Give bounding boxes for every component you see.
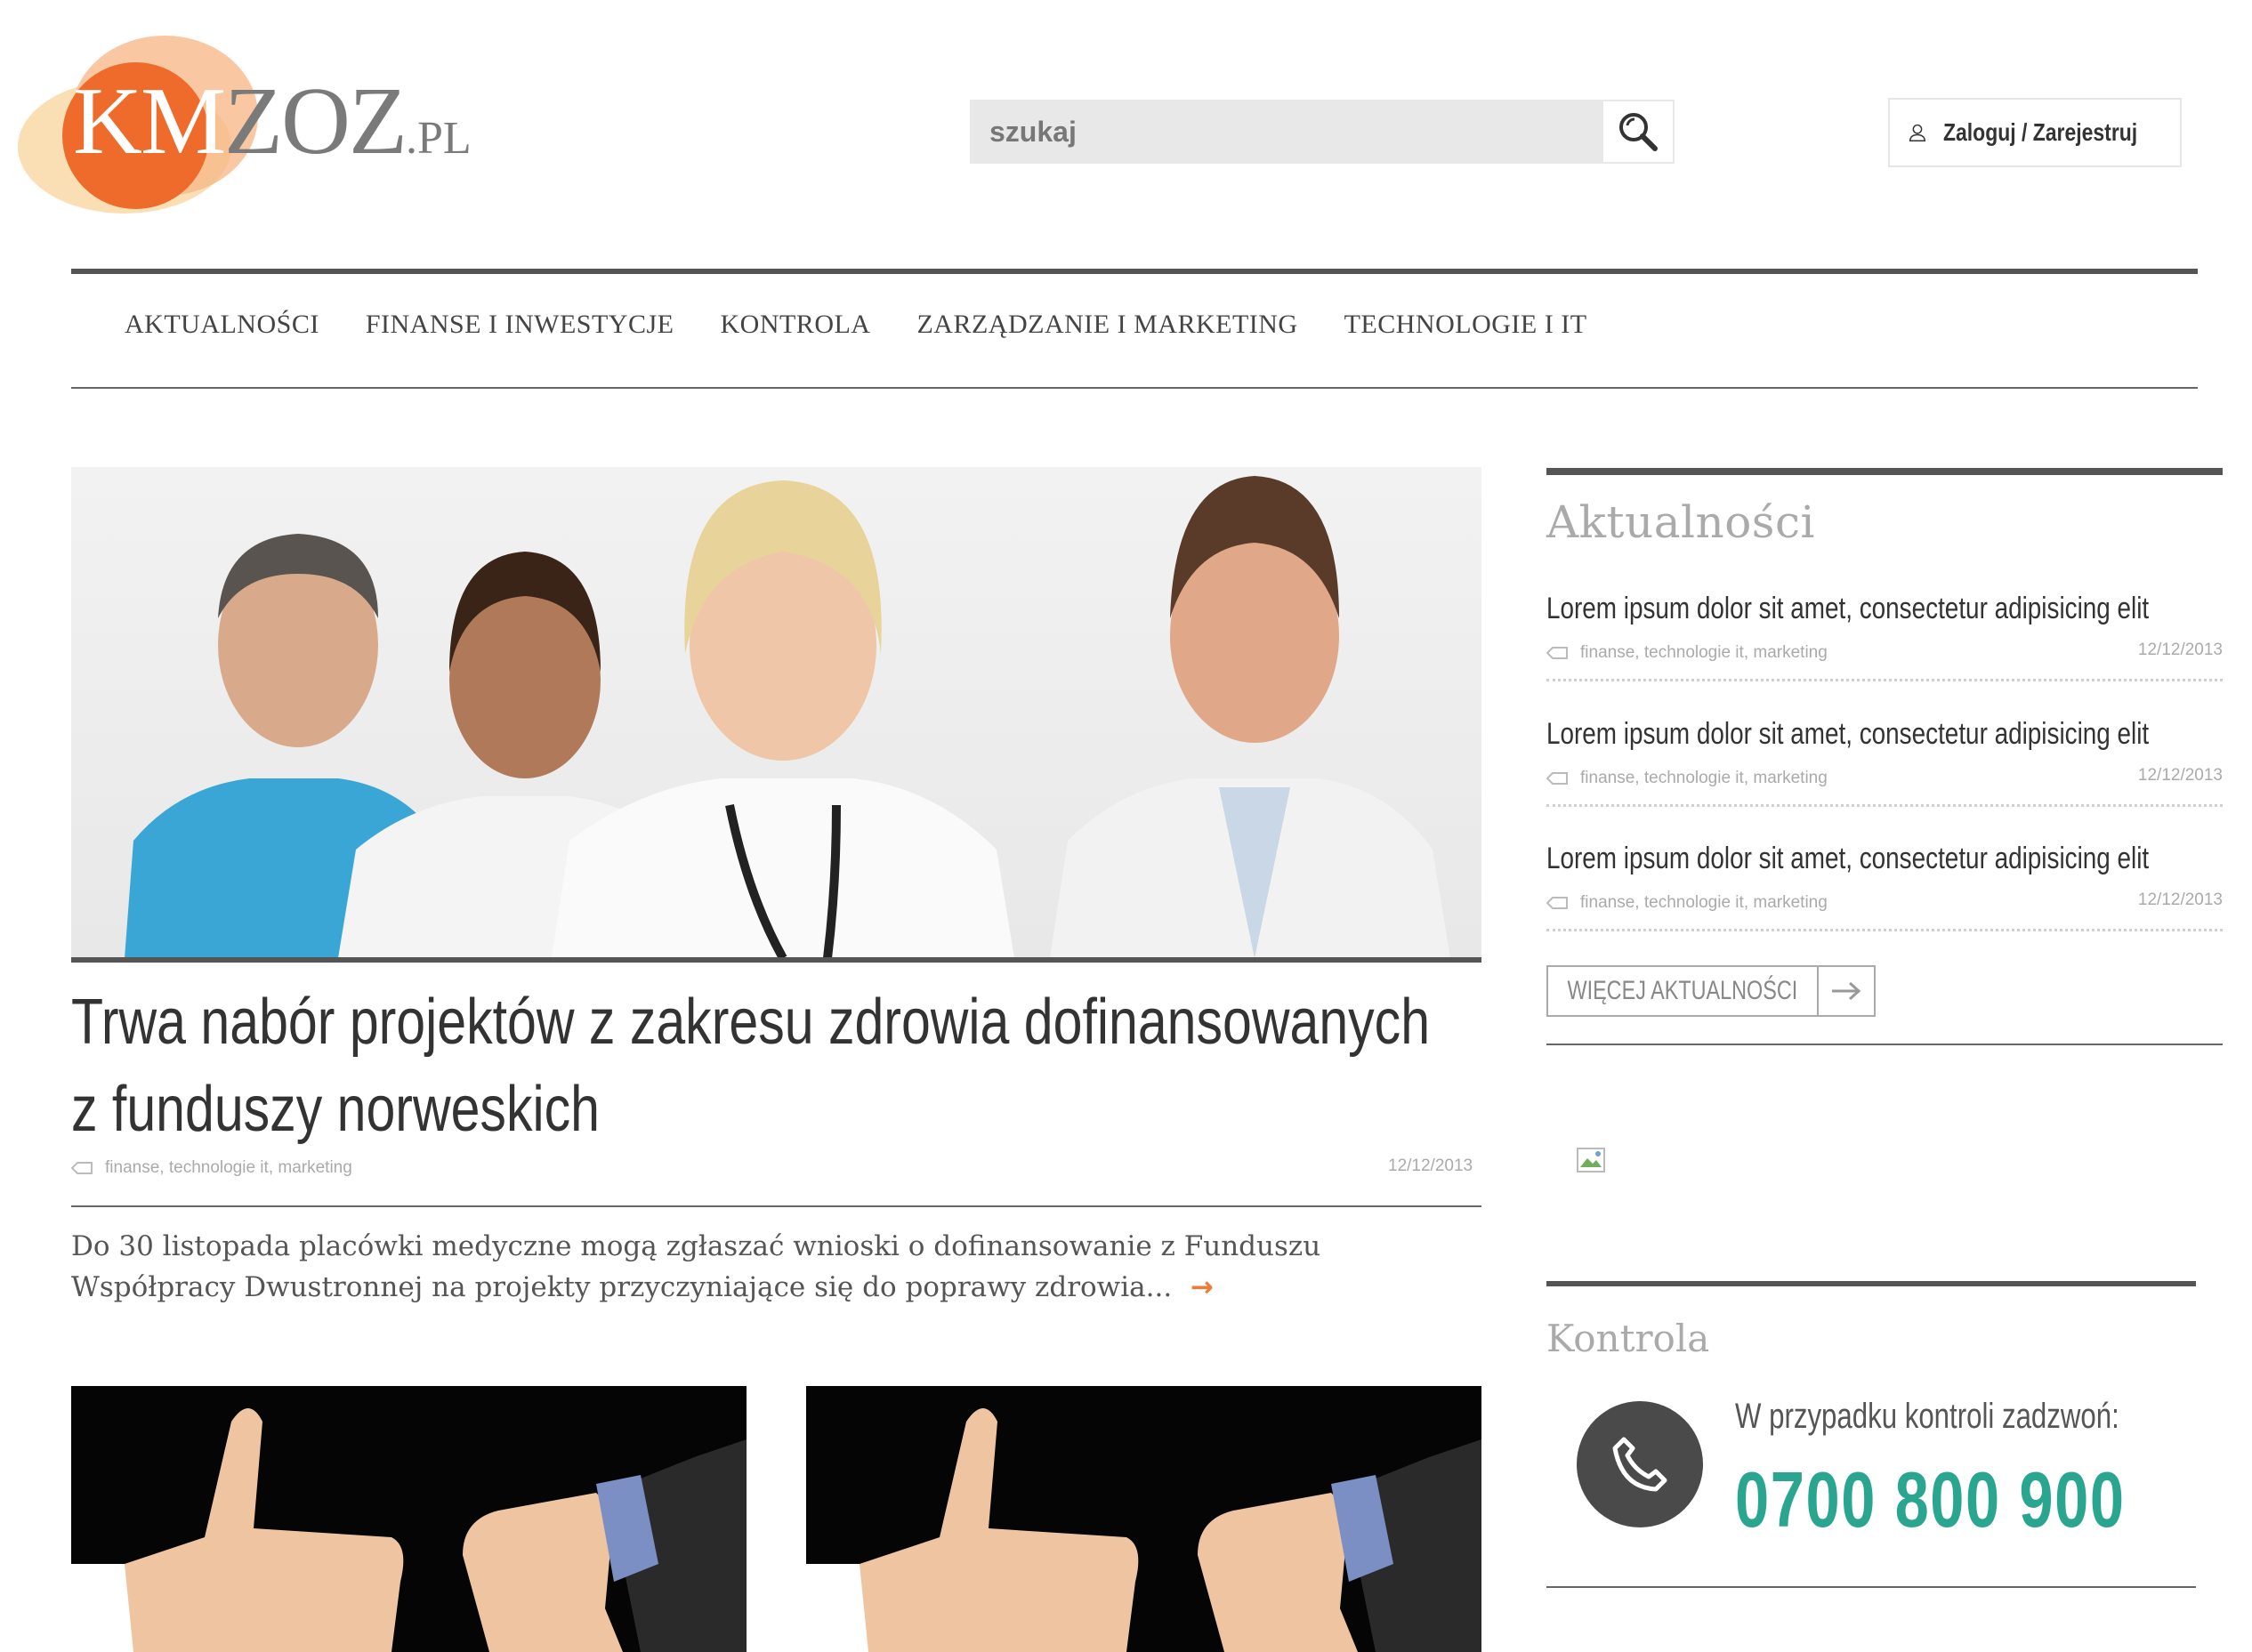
sidebar-news-rule	[1546, 468, 2223, 475]
nav-bottom-rule	[71, 387, 2198, 389]
tag-link[interactable]: finanse	[1580, 893, 1635, 912]
logo-text-km: KM	[73, 68, 226, 174]
news-item[interactable]: Lorem ipsum dolor sit amet, consectetur …	[1546, 842, 2223, 939]
news-item[interactable]: Lorem ipsum dolor sit amet, consectetur …	[1546, 592, 2223, 689]
logo-text-tld: .PL	[405, 113, 472, 164]
search-input[interactable]	[970, 100, 1593, 164]
tag-link[interactable]: marketing	[278, 1158, 351, 1177]
featured-separator	[71, 1205, 1481, 1207]
news-item-tags: finanse, technologie it, marketing	[1546, 769, 1828, 788]
tag-link[interactable]: technologie it	[1644, 643, 1744, 662]
news-item-divider	[1546, 804, 2223, 807]
more-news-button[interactable]: WIĘCEJ AKTUALNOŚCI	[1546, 965, 1876, 1017]
arrow-right-icon	[1832, 981, 1861, 1001]
more-news-label-box: WIĘCEJ AKTUALNOŚCI	[1548, 967, 1819, 1015]
tag-link[interactable]: marketing	[1753, 643, 1827, 662]
sidebar-control-rule	[1546, 1281, 2196, 1286]
phone-icon	[1577, 1401, 1703, 1527]
nav-item-finanse[interactable]: FINANSE I INWESTYCJE	[366, 310, 674, 354]
tag-link[interactable]: marketing	[1753, 893, 1827, 912]
news-item-date: 12/12/2013	[2137, 890, 2223, 909]
featured-image[interactable]	[71, 467, 1481, 958]
news-item-tags: finanse, technologie it, marketing	[1546, 893, 1828, 913]
news-item-date: 12/12/2013	[2137, 641, 2223, 659]
tag-link[interactable]: finanse	[105, 1158, 159, 1177]
news-item-date: 12/12/2013	[2137, 766, 2223, 785]
search-icon	[1619, 113, 1658, 151]
tag-icon	[71, 1162, 93, 1174]
tag-link[interactable]: technologie it	[1644, 769, 1744, 787]
tag-link[interactable]: finanse	[1580, 643, 1635, 662]
news-item-divider	[1546, 929, 2223, 931]
main-nav: AKTUALNOŚCI FINANSE I INWESTYCJE KONTROL…	[125, 310, 1634, 354]
featured-excerpt: Do 30 listopada placówki medyczne mogą z…	[71, 1226, 1481, 1308]
thumbs-up-down-image	[71, 1386, 747, 1652]
nav-item-technologie[interactable]: TECHNOLOGIE I IT	[1344, 310, 1587, 354]
nav-top-rule	[71, 269, 2198, 274]
phone-number[interactable]: 0700 800 900	[1735, 1455, 2126, 1545]
sidebar-control-bottom-rule	[1546, 1586, 2196, 1588]
featured-date: 12/12/2013	[1388, 1156, 1473, 1175]
broken-image-icon	[1577, 1148, 1607, 1174]
thumbs-up-down-image	[806, 1386, 1481, 1652]
user-icon	[1909, 124, 1926, 142]
nav-item-kontrola[interactable]: KONTROLA	[720, 310, 870, 354]
nav-item-aktualnosci[interactable]: AKTUALNOŚCI	[125, 310, 319, 354]
more-news-label: WIĘCEJ AKTUALNOŚCI	[1567, 976, 1798, 1005]
login-label: Zaloguj / Zarejestruj	[1942, 118, 2138, 146]
site-logo[interactable]: KMZOZ.PL	[18, 31, 472, 218]
featured-title[interactable]: Trwa nabór projektów z zakresu zdrowia d…	[71, 979, 1457, 1153]
news-item-title[interactable]: Lorem ipsum dolor sit amet, consectetur …	[1546, 592, 2149, 626]
search-bar	[970, 100, 1675, 164]
more-news-arrow	[1819, 967, 1874, 1015]
search-button[interactable]	[1602, 100, 1675, 164]
featured-image-underline	[71, 957, 1481, 963]
featured-excerpt-text: Do 30 listopada placówki medyczne mogą z…	[71, 1230, 1321, 1303]
tag-icon	[1546, 897, 1568, 909]
news-item[interactable]: Lorem ipsum dolor sit amet, consectetur …	[1546, 717, 2223, 815]
sidebar-news-bottom-rule	[1546, 1044, 2223, 1045]
news-item-tags: finanse, technologie it, marketing	[1546, 643, 1828, 663]
tag-link[interactable]: technologie it	[1644, 893, 1744, 912]
call-prompt: W przypadku kontroli zadzwoń:	[1735, 1397, 2119, 1436]
logo-wordmark: KMZOZ.PL	[73, 74, 472, 170]
featured-tags: finanse, technologie it, marketing	[71, 1158, 352, 1178]
tag-link[interactable]: technologie it	[169, 1158, 269, 1177]
tag-icon	[1546, 647, 1568, 659]
login-register-button[interactable]: Zaloguj / Zarejestruj	[1888, 98, 2182, 167]
news-item-divider	[1546, 679, 2223, 681]
read-more-arrow-icon[interactable]: →	[1181, 1271, 1214, 1303]
article-thumbnail[interactable]	[806, 1386, 1481, 1652]
nav-item-zarzadzanie[interactable]: ZARZĄDZANIE I MARKETING	[916, 310, 1297, 354]
sidebar-news-title: Aktualności	[1546, 496, 1815, 548]
sidebar-control-title: Kontrola	[1546, 1317, 1710, 1360]
tag-icon	[1546, 772, 1568, 785]
article-thumbnail[interactable]	[71, 1386, 747, 1652]
tag-link[interactable]: marketing	[1753, 769, 1827, 787]
doctors-illustration	[125, 476, 1450, 958]
news-item-title[interactable]: Lorem ipsum dolor sit amet, consectetur …	[1546, 842, 2149, 876]
logo-text-zoz: ZOZ	[224, 68, 408, 174]
news-item-title[interactable]: Lorem ipsum dolor sit amet, consectetur …	[1546, 717, 2149, 752]
tag-link[interactable]: finanse	[1580, 769, 1635, 787]
